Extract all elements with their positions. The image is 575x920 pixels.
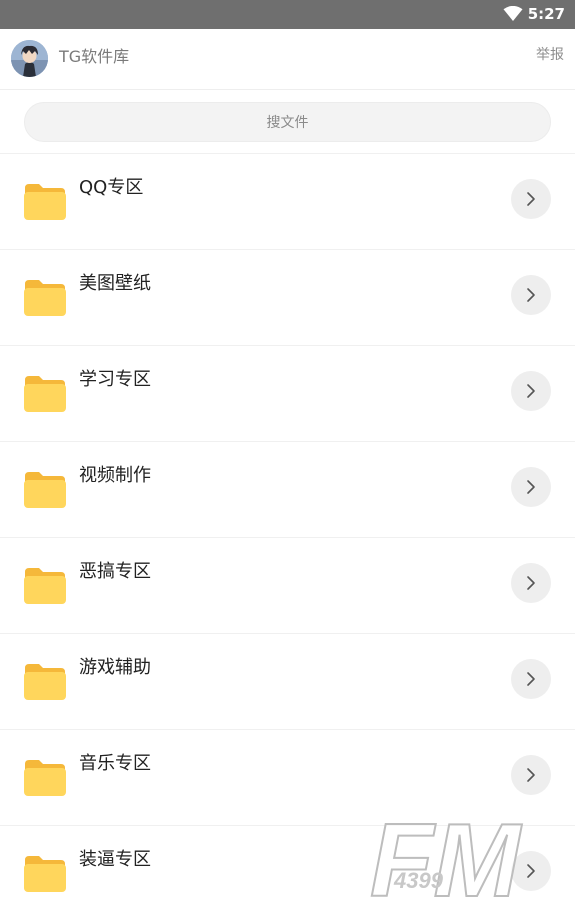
folder-icon (24, 760, 66, 796)
open-folder-button[interactable] (511, 659, 551, 699)
folder-icon (24, 184, 66, 220)
folder-item[interactable]: 美图壁纸 (0, 250, 575, 346)
status-bar: 5:27 (0, 0, 575, 29)
open-folder-button[interactable] (511, 371, 551, 411)
folder-icon (24, 376, 66, 412)
folder-icon (24, 856, 66, 892)
folder-item[interactable]: 学习专区 (0, 346, 575, 442)
folder-label: 恶搞专区 (79, 561, 151, 582)
chevron-right-icon (527, 480, 535, 494)
folder-icon (24, 568, 66, 604)
open-folder-button[interactable] (511, 467, 551, 507)
wifi-icon (503, 6, 523, 21)
folder-label: QQ专区 (79, 177, 144, 198)
folder-label: 学习专区 (79, 369, 151, 390)
chevron-right-icon (527, 576, 535, 590)
chevron-right-icon (527, 288, 535, 302)
chevron-right-icon (527, 384, 535, 398)
report-link[interactable]: 举报 (536, 46, 564, 64)
folder-label: 音乐专区 (79, 753, 151, 774)
folder-icon (24, 472, 66, 508)
search-bar: 搜文件 (0, 90, 575, 154)
app-header: TG软件库 举报 (0, 29, 575, 90)
open-folder-button[interactable] (511, 275, 551, 315)
avatar[interactable] (11, 40, 48, 77)
open-folder-button[interactable] (511, 563, 551, 603)
app-title: TG软件库 (59, 47, 130, 66)
folder-icon (24, 280, 66, 316)
search-input[interactable]: 搜文件 (24, 102, 551, 142)
folder-item[interactable]: 游戏辅助 (0, 634, 575, 730)
folder-label: 装逼专区 (79, 849, 151, 870)
folder-label: 美图壁纸 (79, 273, 151, 294)
folder-item[interactable]: 视频制作 (0, 442, 575, 538)
folder-label: 游戏辅助 (79, 657, 151, 678)
folder-item[interactable]: 恶搞专区 (0, 538, 575, 634)
chevron-right-icon (527, 864, 535, 878)
open-folder-button[interactable] (511, 755, 551, 795)
chevron-right-icon (527, 768, 535, 782)
folder-list: QQ专区 美图壁纸 学习专区 视频制作 恶搞专区 游戏辅助 音乐专区 装逼专区 (0, 154, 575, 920)
folder-item[interactable]: 音乐专区 (0, 730, 575, 826)
chevron-right-icon (527, 192, 535, 206)
chevron-right-icon (527, 672, 535, 686)
open-folder-button[interactable] (511, 851, 551, 891)
open-folder-button[interactable] (511, 179, 551, 219)
folder-icon (24, 664, 66, 700)
folder-item[interactable]: 装逼专区 (0, 826, 575, 920)
folder-label: 视频制作 (79, 465, 151, 486)
status-time: 5:27 (527, 5, 565, 23)
folder-item[interactable]: QQ专区 (0, 154, 575, 250)
